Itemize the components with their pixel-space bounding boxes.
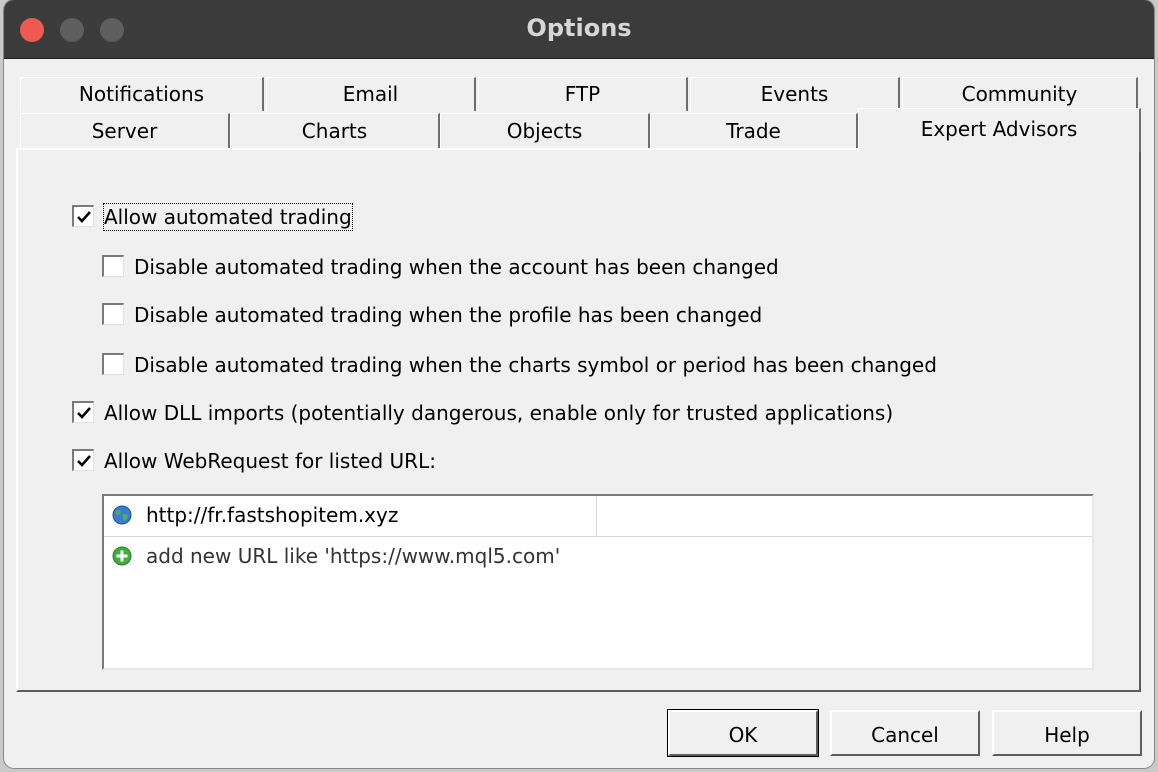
globe-icon — [112, 505, 132, 525]
allow-webrequest-checkbox[interactable] — [72, 449, 94, 471]
disable-on-symbol-change-label: Disable automated trading when the chart… — [134, 353, 937, 377]
title-bar: Options — [4, 0, 1154, 59]
tab-server[interactable]: Server — [20, 113, 230, 149]
disable-on-account-change-checkbox[interactable] — [102, 255, 124, 277]
window-title: Options — [526, 14, 632, 42]
tab-notifications[interactable]: Notifications — [20, 77, 264, 111]
url-item-text: http://fr.fastshopitem.xyz — [146, 503, 399, 527]
plus-circle-icon[interactable] — [112, 546, 132, 566]
list-item[interactable]: http://fr.fastshopitem.xyz — [104, 496, 1092, 537]
help-button[interactable]: Help — [992, 710, 1142, 756]
disable-on-profile-change-label: Disable automated trading when the profi… — [134, 303, 763, 327]
allow-webrequest-label: Allow WebRequest for listed URL: — [104, 449, 436, 473]
tab-events[interactable]: Events — [690, 77, 900, 111]
tab-expert-advisors[interactable]: Expert Advisors — [858, 108, 1141, 152]
checkmark-icon — [77, 455, 91, 467]
tab-community[interactable]: Community — [902, 77, 1138, 111]
allow-automated-trading-label: Allow automated trading — [103, 203, 353, 231]
options-window: Options Notifications Email FTP Events C… — [4, 0, 1154, 768]
expert-advisors-panel: Allow automated trading Disable automate… — [16, 148, 1141, 692]
tab-ftp[interactable]: FTP — [478, 77, 688, 111]
ok-button[interactable]: OK — [668, 710, 818, 756]
tab-objects[interactable]: Objects — [440, 113, 650, 149]
cancel-button[interactable]: Cancel — [830, 710, 980, 756]
allow-automated-trading-checkbox[interactable] — [72, 205, 94, 227]
column-divider — [596, 496, 597, 536]
webrequest-url-list[interactable]: http://fr.fastshopitem.xyz add new URL l… — [102, 494, 1094, 670]
allow-dll-imports-checkbox[interactable] — [72, 401, 94, 423]
checkmark-icon — [77, 407, 91, 419]
tab-trade[interactable]: Trade — [650, 113, 858, 149]
checkmark-icon — [77, 211, 91, 223]
tab-charts[interactable]: Charts — [230, 113, 440, 149]
disable-on-symbol-change-checkbox[interactable] — [102, 353, 124, 375]
disable-on-profile-change-checkbox[interactable] — [102, 303, 124, 325]
disable-on-account-change-label: Disable automated trading when the accou… — [134, 255, 779, 279]
add-url-placeholder[interactable]: add new URL like 'https://www.mql5.com' — [146, 544, 560, 568]
tab-email[interactable]: Email — [266, 77, 476, 111]
allow-dll-imports-label: Allow DLL imports (potentially dangerous… — [104, 401, 894, 425]
